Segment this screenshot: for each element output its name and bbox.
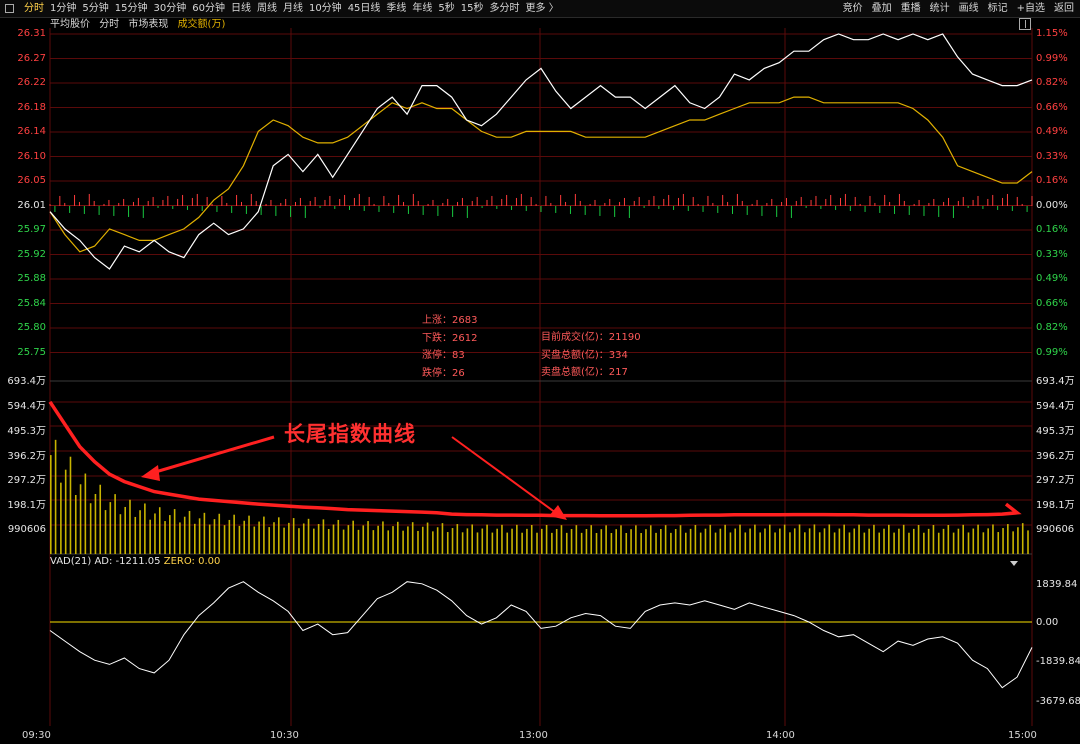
time-label: 10:30 <box>270 730 299 741</box>
volume-label-right: 396.2万 <box>1036 451 1075 462</box>
volume-label-left: 495.3万 <box>7 426 46 437</box>
volume-label-right: 693.4万 <box>1036 376 1075 387</box>
stat-limit-up: 涨停：83 <box>422 350 465 361</box>
annotation-arrowhead-right <box>549 505 567 520</box>
dropdown-triangle-icon[interactable] <box>1010 561 1018 566</box>
pct-label-right: 0.66% <box>1036 101 1068 113</box>
stat-rise: 上涨：2683 <box>422 315 478 326</box>
annotation-arrowhead-left <box>141 465 160 481</box>
pct-label-right: 0.16% <box>1036 224 1068 235</box>
volume-label-left: 297.2万 <box>7 475 46 486</box>
price-label-left-base: 26.01 <box>17 199 46 211</box>
volume-label-left: 594.4万 <box>7 401 46 412</box>
pct-label-right: 0.99% <box>1036 52 1068 64</box>
stat-limit-down: 跌停：26 <box>422 367 465 379</box>
volume-label-right: 990606 <box>1036 524 1075 535</box>
avg-price-line <box>49 96 1033 253</box>
pct-label-right-base: 0.00% <box>1036 199 1068 211</box>
vad-axis-label: 0.00 <box>1036 617 1059 628</box>
time-label: 14:00 <box>766 730 795 741</box>
stat-buy-total: 买盘总额(亿)：334 <box>541 349 628 361</box>
vad-axis-label: -1839.84 <box>1036 656 1080 667</box>
price-label-left: 25.97 <box>17 224 46 235</box>
price-label-left: 26.14 <box>17 126 46 137</box>
vad-name[interactable]: VAD(21) <box>50 556 91 567</box>
volume-label-left: 693.4万 <box>7 376 46 387</box>
volume-label-left: 198.1万 <box>7 500 46 511</box>
stat-fall: 下跌：2612 <box>422 332 478 344</box>
price-line <box>49 33 1033 270</box>
volume-label-right: 297.2万 <box>1036 475 1075 486</box>
market-stats-left: 上涨：2683 下跌：2612 涨停：83 跌停：26 <box>422 312 477 382</box>
pct-label-right: 0.82% <box>1036 77 1068 88</box>
pct-label-right: 0.33% <box>1036 150 1068 162</box>
vad-axis-label: -3679.68 <box>1036 696 1080 707</box>
pct-label-right: 0.82% <box>1036 322 1068 333</box>
volume-label-left: 990606 <box>7 524 46 535</box>
price-label-left: 26.10 <box>17 150 46 162</box>
vad-axis-label: 1839.84 <box>1036 579 1078 590</box>
intraday-chart <box>48 28 1033 726</box>
volume-label-right: 594.4万 <box>1036 401 1075 412</box>
pct-label-right: 0.66% <box>1036 297 1068 309</box>
volume-label-right: 495.3万 <box>1036 426 1075 437</box>
vad-zero-value: ZERO: 0.00 <box>163 556 221 567</box>
annotation-arrow-left <box>151 435 275 475</box>
price-label-left: 25.88 <box>17 273 46 284</box>
market-stats-right: 目前成交(亿)：21190 买盘总额(亿)：334 卖盘总额(亿)：217 <box>541 329 641 382</box>
price-label-left: 26.05 <box>17 175 46 186</box>
pct-label-right: 0.33% <box>1036 248 1068 260</box>
price-label-left: 26.18 <box>17 101 46 113</box>
annotation-text: 长尾指数曲线 <box>284 422 416 446</box>
volume-label-right: 198.1万 <box>1036 500 1075 511</box>
stat-sell-total: 卖盘总额(亿)：217 <box>541 367 628 378</box>
pct-label-right: 0.49% <box>1036 273 1068 284</box>
stat-turnover: 目前成交(亿)：21190 <box>541 332 641 343</box>
price-label-left: 25.84 <box>17 297 46 309</box>
pct-label-right: 0.16% <box>1036 175 1068 186</box>
time-label: 15:00 <box>1008 730 1037 741</box>
volume-label-left: 396.2万 <box>7 451 46 462</box>
pct-label-right: 0.49% <box>1036 126 1068 137</box>
pct-label-right: 1.15% <box>1036 28 1068 39</box>
vad-line <box>49 581 1033 689</box>
time-label: 13:00 <box>519 730 548 741</box>
price-label-left: 25.92 <box>17 248 46 260</box>
vad-ad-value: AD: -1211.05 <box>94 556 161 567</box>
price-label-left: 25.75 <box>17 346 46 358</box>
pct-label-right: 0.99% <box>1036 346 1068 358</box>
vad-indicator-label: VAD(21) AD: -1211.05 ZERO: 0.00 <box>50 556 220 568</box>
time-label: 09:30 <box>22 730 51 741</box>
price-label-left: 25.80 <box>17 322 46 333</box>
price-label-left: 26.22 <box>17 77 46 88</box>
price-label-left: 26.27 <box>17 52 46 64</box>
price-label-left: 26.31 <box>17 28 46 39</box>
